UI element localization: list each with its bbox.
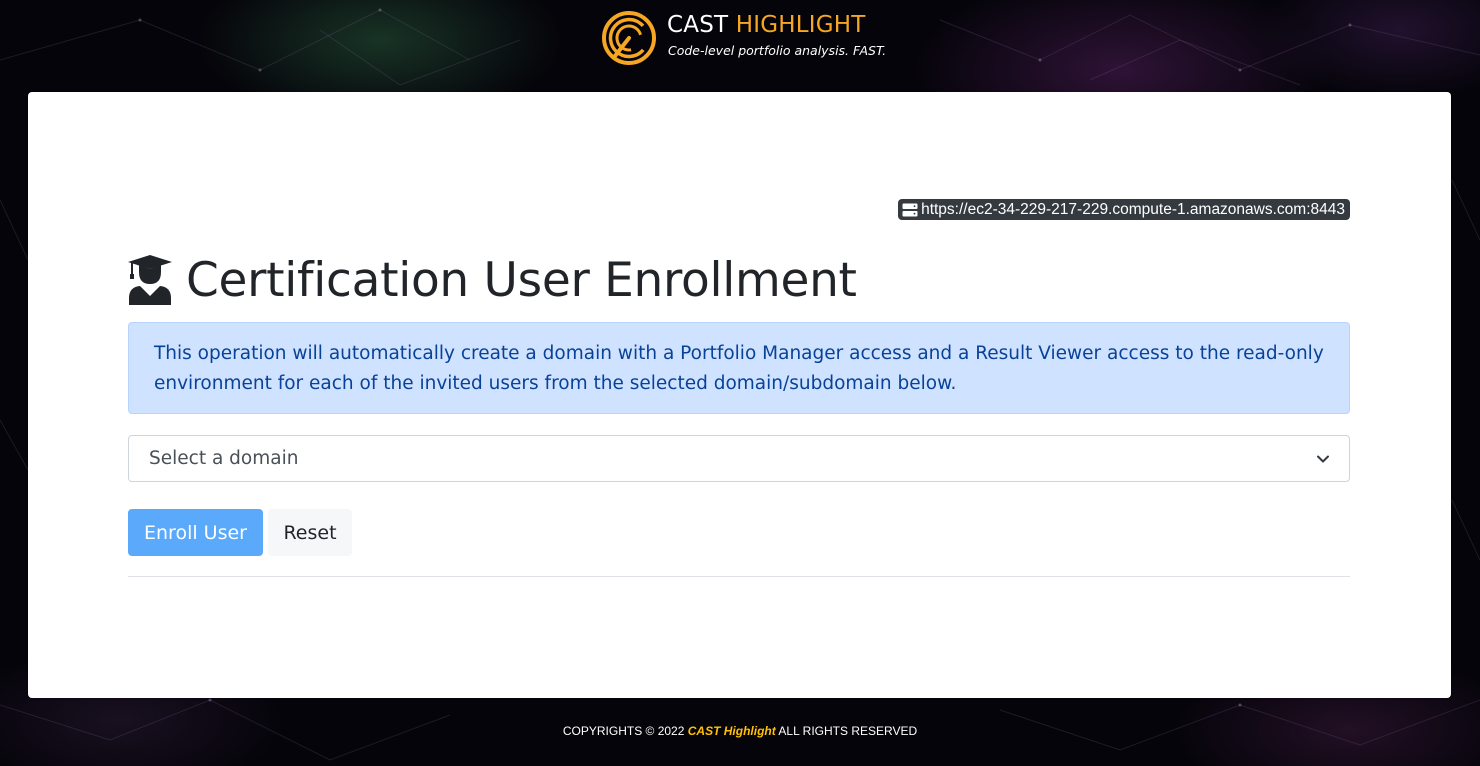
server-icon — [902, 203, 918, 216]
enroll-user-button[interactable]: Enroll User — [128, 509, 263, 556]
footer-rights: ALL RIGHTS RESERVED — [778, 724, 918, 738]
footer-copyright: COPYRIGHTS © 2022 — [562, 724, 685, 738]
brand-name: CAST HIGHLIGHT — [667, 12, 866, 38]
footer: COPYRIGHTS © 2022 CAST Highlight ALL RIG… — [0, 724, 1480, 738]
chevron-down-icon — [1317, 455, 1329, 462]
brand-tagline: Code-level portfolio analysis. FAST. — [668, 43, 887, 58]
user-graduate-icon — [128, 255, 172, 305]
domain-select[interactable]: Select a domain — [128, 435, 1350, 482]
divider — [128, 576, 1350, 577]
reset-button[interactable]: Reset — [268, 509, 352, 556]
server-url-text: https://ec2-34-229-217-229.compute-1.ama… — [921, 201, 1345, 218]
brand[interactable]: CAST HIGHLIGHT Code-level portfolio anal… — [600, 10, 890, 66]
domain-select-value: Select a domain — [149, 448, 299, 469]
server-url-badge: https://ec2-34-229-217-229.compute-1.ama… — [898, 199, 1350, 220]
footer-brand-link[interactable]: CAST Highlight — [688, 724, 776, 738]
brand-name-primary: CAST — [667, 12, 729, 38]
info-alert: This operation will automatically create… — [128, 322, 1350, 414]
header: CAST HIGHLIGHT Code-level portfolio anal… — [0, 10, 1480, 68]
button-row: Enroll User Reset — [128, 509, 352, 556]
cast-highlight-logo-icon — [602, 11, 656, 65]
page-title: Certification User Enrollment — [128, 250, 857, 310]
page-title-text: Certification User Enrollment — [186, 252, 857, 308]
main-card: https://ec2-34-229-217-229.compute-1.ama… — [28, 92, 1451, 698]
brand-name-highlight: HIGHLIGHT — [735, 12, 866, 38]
